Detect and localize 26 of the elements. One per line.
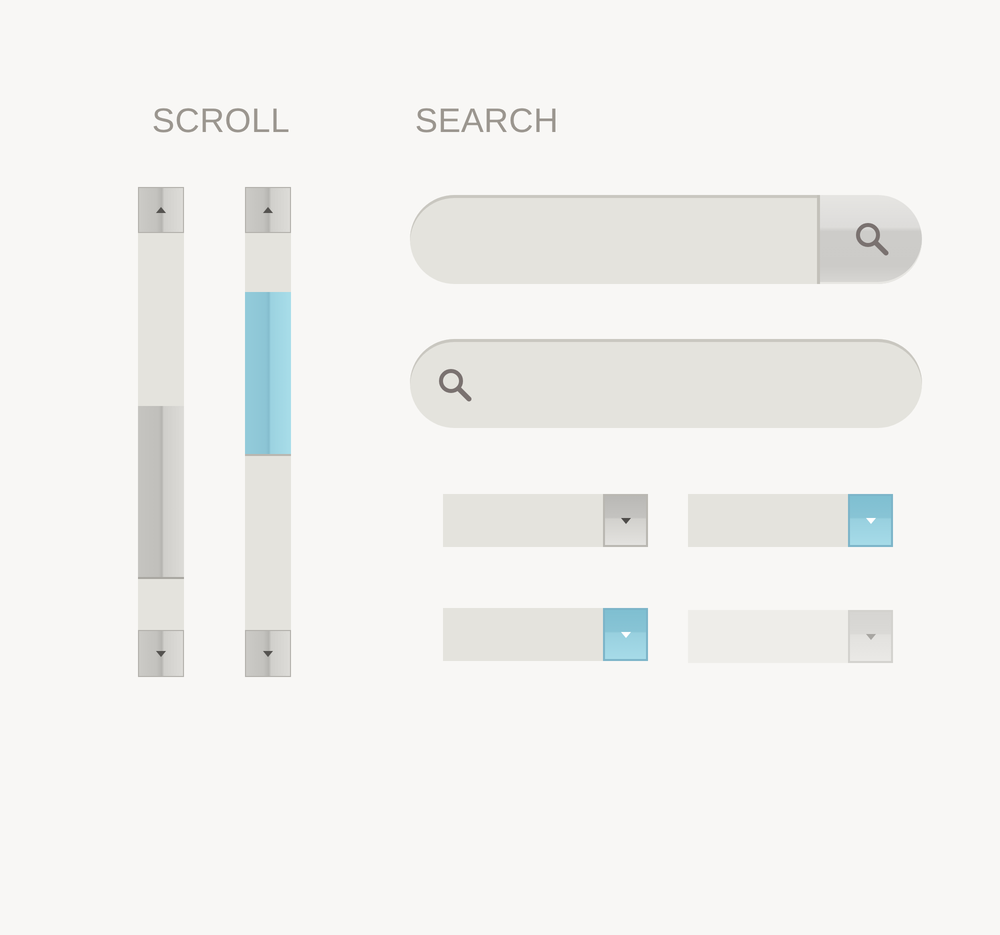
scroll-up-button[interactable] <box>245 187 291 233</box>
search-button[interactable] <box>820 195 922 284</box>
scroll-down-button[interactable] <box>245 630 291 677</box>
scroll-down-button[interactable] <box>138 630 184 677</box>
section-heading: SCROLL <box>152 101 290 141</box>
search-icon <box>439 368 472 402</box>
caret-down-icon <box>156 650 166 656</box>
search-field[interactable] <box>410 195 820 284</box>
caret-down-icon <box>866 518 876 524</box>
dropdown-button[interactable] <box>603 608 648 661</box>
caret-up-icon <box>156 207 166 213</box>
dropdown[interactable] <box>443 608 648 661</box>
caret-down-icon <box>263 650 273 656</box>
scrollbar-thumb[interactable] <box>245 292 291 456</box>
scrollbar-thumb[interactable] <box>138 406 184 579</box>
caret-down-icon <box>620 518 630 524</box>
caret-down-icon <box>620 632 630 638</box>
caret-down-icon <box>866 634 876 640</box>
dropdown-button[interactable] <box>848 494 893 547</box>
section-heading: SEARCH <box>415 101 558 141</box>
dropdown[interactable] <box>688 494 893 547</box>
scroll-up-button[interactable] <box>138 187 184 233</box>
search-icon <box>856 223 888 256</box>
dropdown-button[interactable] <box>603 494 648 547</box>
caret-up-icon <box>263 207 273 213</box>
dropdown[interactable] <box>443 494 648 547</box>
